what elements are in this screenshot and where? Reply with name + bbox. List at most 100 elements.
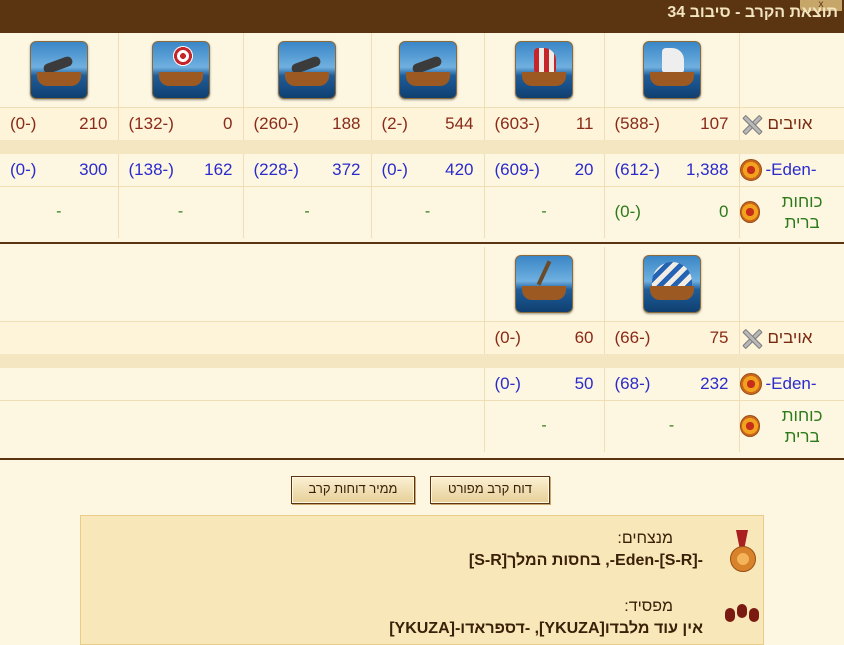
unit-loss: (-138) [128, 159, 174, 179]
unit-count: 11 [575, 113, 594, 133]
allies-label-cell: כוחות ברית [739, 186, 844, 238]
enemies-row: אויבים 107 (-588) 11 (-603) 544 (-2) 188 (-2… [0, 107, 844, 140]
mortar-ship-icon [29, 40, 88, 99]
unit-count: 162 [204, 159, 233, 179]
ram-ship-icon [515, 40, 573, 99]
unit-cell [484, 33, 605, 107]
crossed-swords-icon [740, 112, 764, 136]
row-separator [0, 140, 844, 154]
row-separator [0, 354, 844, 368]
paddle-steamer-icon [642, 254, 701, 313]
loser-names[interactable]: אין עוד מלבדו[YKUZA], -דספראדו-[YKUZA] [389, 620, 703, 638]
allies-label: כוחות ברית [781, 406, 823, 447]
unit-cell [604, 33, 740, 107]
eden-row: -Eden- 232 (-68) 50 (-0) [0, 368, 844, 400]
winners-names[interactable]: -Eden-[S-R]-, בחסות המלך[S-R] [469, 552, 703, 570]
unit-count: 20 [574, 159, 594, 179]
empty-cell [0, 321, 485, 354]
empty-cell [0, 400, 485, 452]
eden-cell: 372 (-228) [243, 154, 372, 186]
eden-cell: 300 (-0) [0, 154, 119, 186]
enemies-label: אויבים [767, 113, 813, 133]
unit-loss: (-260) [253, 113, 299, 133]
allies-empty-cell: - [484, 400, 605, 452]
window-title: תוצאת הקרב - סיבוב 34 [667, 4, 838, 21]
empty-cell [0, 247, 485, 321]
enemies-label: אויבים [767, 327, 813, 347]
window-title-bar: x תוצאת הקרב - סיבוב 34 [0, 0, 844, 33]
eden-cell: 20 (-609) [484, 154, 605, 186]
battle-table-ships: אויבים 75 (-66) 60 (-0) -Eden- 232 (-68) 50… [0, 247, 844, 452]
battle-table-round-units: אויבים 107 (-588) 11 (-603) 544 (-2) 188 (-2… [0, 33, 844, 238]
unit-loss: (-612) [614, 159, 660, 179]
enemy-cell: 188 (-260) [243, 107, 372, 140]
eden-cell: 50 (-0) [484, 368, 605, 400]
eden-label-cell: -Eden- [739, 368, 844, 400]
enemy-cell: 210 (-0) [0, 107, 119, 140]
label-cell-empty [739, 247, 844, 321]
allies-label: כוחות ברית [781, 192, 823, 233]
unit-loss: (-0) [614, 202, 641, 222]
allies-row: כוחות ברית - - [0, 400, 844, 452]
allies-empty-cell: - [604, 400, 740, 452]
defeated-army-icon [723, 598, 761, 632]
unit-count: 232 [700, 373, 729, 393]
ballista-ship-icon [278, 40, 336, 99]
unit-loss: (-0) [10, 159, 37, 179]
allies-cell: 0 (-0) [604, 186, 740, 238]
unit-loss: (-66) [614, 327, 651, 347]
eden-label[interactable]: -Eden- [766, 160, 817, 180]
enemy-cell: 544 (-2) [371, 107, 485, 140]
unit-loss: (-68) [614, 373, 651, 393]
detailed-report-button[interactable]: דוח קרב מפורט [430, 476, 550, 504]
unit-cell [243, 33, 372, 107]
unit-count: 75 [709, 327, 729, 347]
unit-count: 0 [223, 113, 233, 133]
unit-cell [604, 247, 740, 321]
unit-count: 1,388 [685, 159, 729, 179]
unit-icons-row [0, 33, 844, 107]
allies-empty-cell: - [243, 186, 372, 238]
tender-ship-icon [515, 254, 573, 313]
medal-icon [729, 530, 756, 578]
allies-row: כוחות ברית 0 (-0) - - - - - [0, 186, 844, 238]
unit-count: 210 [79, 113, 108, 133]
enemies-row: אויבים 75 (-66) 60 (-0) [0, 321, 844, 354]
empty-cell [0, 368, 485, 400]
enemy-cell: 107 (-588) [604, 107, 740, 140]
allies-empty-cell: - [118, 186, 244, 238]
enemies-label-cell: אויבים [739, 107, 844, 140]
enemy-cell: 11 (-603) [484, 107, 605, 140]
unit-loss: (-603) [494, 113, 540, 133]
eden-label-cell: -Eden- [739, 154, 844, 186]
allies-emblem-icon [739, 415, 761, 438]
eden-label[interactable]: -Eden- [766, 374, 817, 394]
unit-loss: (-609) [494, 159, 540, 179]
unit-loss: (-588) [614, 113, 660, 133]
allies-empty-cell: - [371, 186, 485, 238]
unit-count: 420 [445, 159, 474, 179]
unit-count: 544 [445, 113, 474, 133]
enemy-cell: 0 (-132) [118, 107, 244, 140]
eden-cell: 232 (-68) [604, 368, 740, 400]
unit-loss: (-2) [381, 113, 408, 133]
unit-cell [0, 33, 119, 107]
unit-count: 50 [574, 373, 594, 393]
unit-loss: (-0) [381, 159, 408, 179]
allies-empty-cell: - [484, 186, 605, 238]
sail-ship-icon [642, 40, 701, 99]
player-emblem-icon [739, 372, 762, 395]
unit-loss: (-228) [253, 159, 299, 179]
convert-reports-button[interactable]: ממיר דוחות קרב [291, 476, 415, 504]
unit-cell [484, 247, 605, 321]
player-emblem-icon [739, 158, 762, 181]
enemy-cell: 75 (-66) [604, 321, 740, 354]
enemy-cell: 60 (-0) [484, 321, 605, 354]
section-divider [0, 242, 844, 244]
battle-result-panel: מנצחים: -Eden-[S-R]-, בחסות המלך[S-R] מפ… [80, 515, 764, 645]
eden-cell: 1,388 (-612) [604, 154, 740, 186]
enemies-label-cell: אויבים [739, 321, 844, 354]
eden-cell: 162 (-138) [118, 154, 244, 186]
unit-count: 188 [332, 113, 361, 133]
label-cell-empty [739, 33, 844, 107]
